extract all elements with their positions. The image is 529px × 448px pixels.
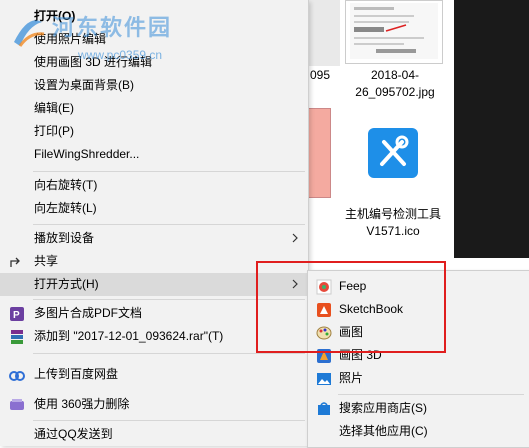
shredder-icon: [10, 399, 24, 410]
file-name-partial: 095: [310, 68, 331, 82]
file-name-ico: 主机编号检测工具V1571.ico: [344, 207, 441, 238]
baidu-cloud-icon: [9, 371, 25, 381]
menu-separator: [33, 420, 305, 421]
menu-item-set-wallpaper[interactable]: 设置为桌面背景(B): [0, 74, 308, 97]
chevron-right-icon: [292, 233, 298, 243]
file-thumbnail-pink[interactable]: [308, 108, 331, 198]
file-thumbnail-ico[interactable]: [368, 128, 418, 178]
menu-separator: [33, 171, 305, 172]
submenu-item-choose-other[interactable]: 选择其他应用(C): [308, 420, 529, 443]
wrench-screwdriver-icon: [380, 135, 409, 166]
menu-item-filewing[interactable]: FileWingShredder...: [0, 143, 308, 166]
submenu-item-photos[interactable]: 照片: [308, 367, 529, 390]
submenu-separator: [338, 394, 524, 395]
svg-text:P: P: [13, 310, 20, 321]
winrar-icon: [11, 330, 23, 344]
highlight-annotation-box: [256, 261, 446, 353]
file-name-screenshot: 2018-04-26_095702.jpg: [355, 68, 435, 99]
menu-item-delete-360[interactable]: 使用 360强力删除: [0, 393, 308, 416]
menu-separator: [33, 224, 305, 225]
menu-item-rotate-left[interactable]: 向左旋转(L): [0, 197, 308, 220]
screenshot-preview-image: [350, 3, 438, 59]
watermark-logo-icon: [14, 20, 45, 47]
file-thumbnail-screenshot[interactable]: [345, 0, 443, 64]
menu-item-cast[interactable]: 播放到设备: [0, 227, 308, 250]
pdf-icon: P: [10, 307, 24, 321]
menu-item-print[interactable]: 打印(P): [0, 120, 308, 143]
menu-separator: [33, 353, 305, 354]
dark-panel-edge: [454, 0, 529, 258]
menu-item-edit[interactable]: 编辑(E): [0, 97, 308, 120]
photos-app-icon: [317, 373, 331, 385]
watermark: 河东软件园 www.pc0359.cn: [0, 0, 230, 70]
file-thumbnail-partial[interactable]: [308, 0, 340, 66]
submenu-item-search-store[interactable]: 搜索应用商店(S): [308, 397, 529, 420]
store-icon: [318, 402, 330, 415]
menu-item-upload-baidu[interactable]: 上传到百度网盘: [0, 363, 308, 386]
menu-item-rotate-right[interactable]: 向右旋转(T): [0, 174, 308, 197]
watermark-url: www.pc0359.cn: [78, 48, 163, 62]
share-icon: [10, 257, 20, 267]
watermark-site-name: 河东软件园: [52, 15, 173, 40]
menu-item-send-qq[interactable]: 通过QQ发送到: [0, 423, 308, 446]
